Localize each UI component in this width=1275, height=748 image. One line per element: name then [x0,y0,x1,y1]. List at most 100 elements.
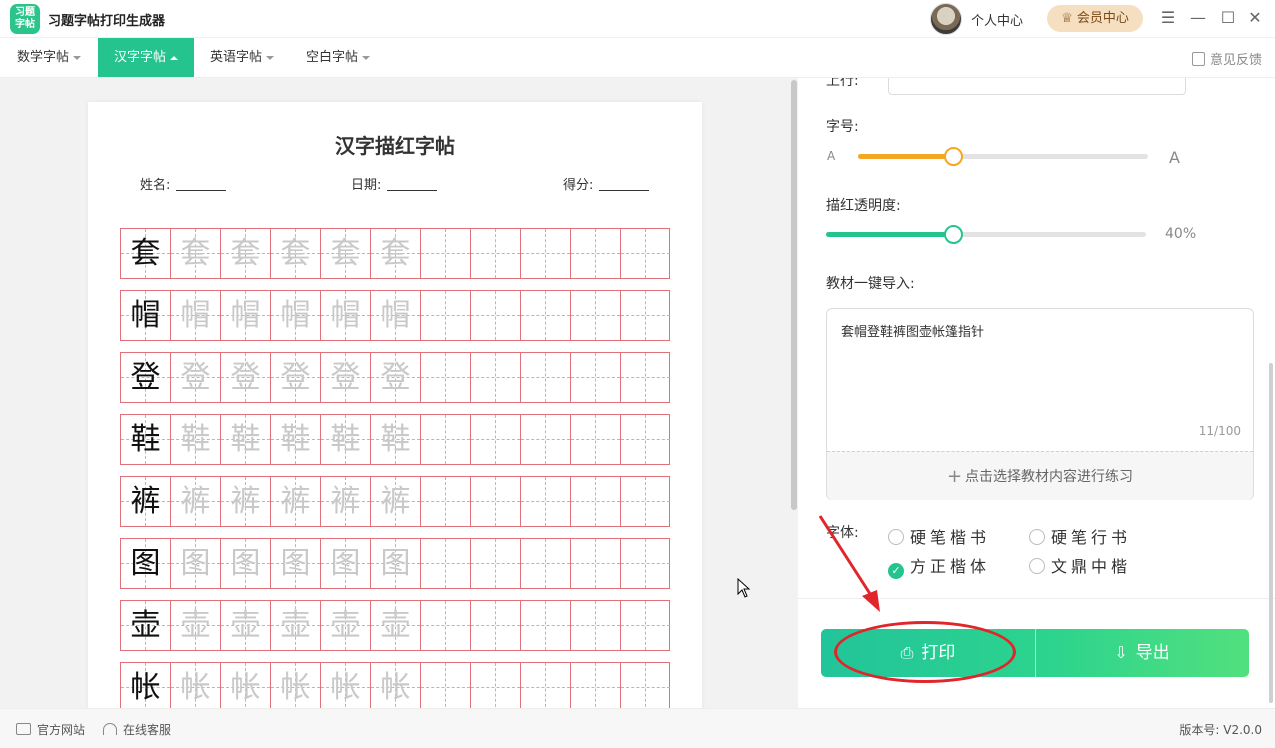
grid-cell: 壶 [271,601,321,650]
feedback-link[interactable]: 意见反馈 [1191,49,1262,68]
tab-english[interactable]: 英语字帖 [194,38,290,77]
highlight-ellipse [834,621,1016,683]
grid-cell: 图 [321,539,371,588]
grid-cell [621,663,671,708]
trace-character: 帐 [230,670,261,705]
grid-cell: 登 [121,353,171,402]
import-label: 教材一键导入: [826,276,915,292]
grid-cell: 帽 [371,291,421,340]
font-option-hard-pen-xing[interactable]: 硬笔行书 [1029,524,1131,548]
grid-cell: 裤 [121,477,171,526]
trace-character: 裤 [180,484,211,519]
grid-cell [621,601,671,650]
preview-scrollbar[interactable] [791,80,797,510]
maximize-icon[interactable]: ☐ [1218,8,1238,28]
status-bar: 官方网站 在线客服 版本号: V2.0.0 [0,708,1275,748]
name-label: 姓名: [140,178,171,193]
website-label: 官方网站 [37,723,86,737]
model-character: 鞋 [130,422,161,457]
tab-blank[interactable]: 空白字帖 [290,38,386,77]
font-option-label: 硬笔行书 [1051,528,1132,547]
grid-cell: 登 [171,353,221,402]
grid-cell [471,601,521,650]
trace-character: 登 [330,360,361,395]
score-label: 得分: [563,178,594,193]
date-line [387,177,438,191]
tab-label: 数学字帖 [16,50,69,65]
avatar[interactable] [930,3,962,35]
trace-character: 图 [330,546,361,581]
grid-cell: 帐 [371,663,421,708]
trace-character: 登 [280,360,311,395]
annotation-arrow-icon [818,515,880,612]
grid-cell [421,291,471,340]
practice-row: 壶壶壶壶壶壶 [120,600,670,651]
minimize-icon[interactable]: — [1188,8,1208,28]
trace-character: 壶 [280,608,311,643]
grid-cell: 套 [221,229,271,278]
grid-cell: 壶 [371,601,421,650]
grid-cell [471,663,521,708]
font-size-min-label: A [827,149,836,163]
opacity-slider-handle[interactable] [944,225,963,244]
grid-cell: 套 [121,229,171,278]
grid-cell [571,539,621,588]
grid-cell [521,291,571,340]
model-character: 壶 [130,608,161,643]
font-option-hard-pen-kai[interactable]: 硬笔楷书 [888,524,990,548]
grid-cell [421,477,471,526]
export-button[interactable]: ⇩ 导出 [1035,629,1249,677]
plus-icon: + [946,466,963,487]
trace-character: 壶 [230,608,261,643]
score-line [599,177,650,191]
app-title: 习题字帖打印生成器 [48,14,166,29]
trace-character: 登 [180,360,211,395]
grid-cell: 帐 [171,663,221,708]
font-size-slider-handle[interactable] [944,147,963,166]
grid-cell: 鞋 [271,415,321,464]
grid-cell: 壶 [121,601,171,650]
radio-icon [1029,529,1045,545]
grid-cell [571,291,621,340]
grid-cell: 套 [171,229,221,278]
grid-cell [521,539,571,588]
export-label: 导出 [1135,643,1170,663]
online-service-link[interactable]: 在线客服 [103,721,171,738]
trace-character: 帐 [330,670,361,705]
practice-row: 图图图图图图 [120,538,670,589]
cut-label: 上行: [826,78,859,89]
font-size-slider[interactable] [858,147,1148,166]
model-character: 帽 [130,298,161,333]
tab-math[interactable]: 数学字帖 [0,38,98,77]
grid-cell [421,229,471,278]
font-option-wending-kai[interactable]: 文鼎中楷 [1029,553,1131,577]
grid-cell: 裤 [321,477,371,526]
date-field: 日期: [351,174,438,193]
trace-character: 壶 [180,608,211,643]
trace-character: 套 [380,236,411,271]
grid-cell: 登 [271,353,321,402]
font-option-fangzheng-kai[interactable]: ✓ 方正楷体 [888,553,990,579]
official-website-link[interactable]: 官方网站 [16,721,85,738]
import-textarea[interactable]: 套帽登鞋裤图壶帐篷指针 11/100 + 点击选择教材内容进行练习 [826,308,1254,500]
vip-center-button[interactable]: ♕ 会员中心 [1047,5,1143,32]
grid-cell [621,539,671,588]
title-bar: 习题 字帖 习题字帖打印生成器 个人中心 ♕ 会员中心 ☰ — ☐ ✕ [0,0,1275,38]
settings-scrollbar[interactable] [1269,363,1273,703]
cut-input[interactable] [888,78,1186,95]
import-char-count: 11/100 [1198,424,1241,438]
grid-cell: 帽 [221,291,271,340]
grid-cell [521,353,571,402]
grid-cell: 登 [321,353,371,402]
tab-chinese[interactable]: 汉字字帖 [98,38,194,77]
trace-character: 裤 [230,484,261,519]
close-icon[interactable]: ✕ [1245,8,1265,28]
service-label: 在线客服 [123,723,172,737]
caret-up-icon [170,55,178,60]
personal-center-link[interactable]: 个人中心 [971,10,1023,29]
grid-cell: 套 [321,229,371,278]
grid-cell [571,415,621,464]
opacity-slider[interactable] [826,225,1146,244]
menu-icon[interactable]: ☰ [1158,8,1178,28]
pick-material-button[interactable]: + 点击选择教材内容进行练习 [827,451,1253,500]
